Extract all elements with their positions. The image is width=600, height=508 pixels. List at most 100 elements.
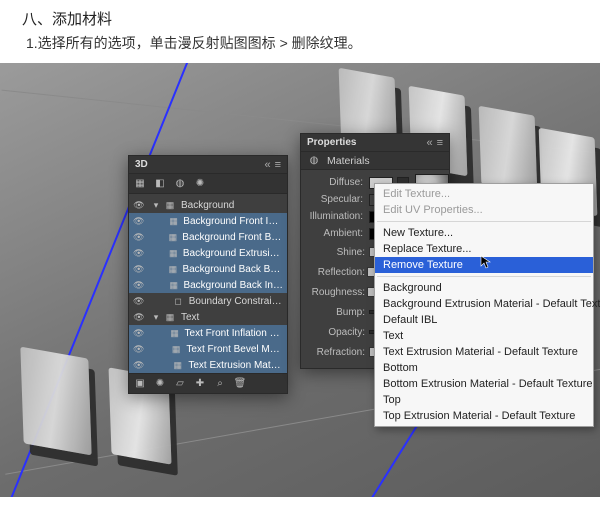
visibility-eye-icon[interactable]: 👁 <box>133 264 144 275</box>
expand-arrow-icon[interactable]: ▾ <box>151 312 161 323</box>
filter-material-icon[interactable]: ◍ <box>173 177 187 191</box>
trash-icon[interactable]: 🗑 <box>233 377 247 391</box>
tree-item-label: Text Front Bevel Material <box>184 344 283 355</box>
visibility-eye-icon[interactable]: 👁 <box>133 296 144 307</box>
visibility-eye-icon[interactable]: 👁 <box>133 360 144 371</box>
menu-item[interactable]: New Texture... <box>375 225 593 241</box>
properties-section-materials: ◍ Materials <box>301 152 449 170</box>
label-bump: Bump: <box>307 307 365 318</box>
cursor-icon <box>480 255 494 269</box>
tree-item-label: Text <box>179 312 283 323</box>
filter-light-icon[interactable]: ✺ <box>193 177 207 191</box>
visibility-eye-icon[interactable]: 👁 <box>133 248 144 259</box>
letter-3d <box>20 347 91 456</box>
visibility-eye-icon[interactable]: 👁 <box>133 312 145 323</box>
step-text: 1.选择所有的选项，单击漫反射贴图图标 > 删除纹理。 <box>0 29 600 63</box>
menu-separator <box>377 221 591 222</box>
tree-item-label: Boundary Constraint 1 <box>187 296 283 307</box>
visibility-eye-icon[interactable]: 👁 <box>133 232 144 243</box>
item-type-icon: ◻ <box>172 296 183 307</box>
light-add-icon[interactable]: ✺ <box>153 377 167 391</box>
tree-row[interactable]: 👁 ▦Background Back Bevel Mat... <box>129 261 287 277</box>
item-type-icon: ▦ <box>170 328 180 339</box>
tree-row[interactable]: 👁 ▦Background Front Bevel Mat... <box>129 229 287 245</box>
tree-row[interactable]: 👁 ▾▦Text <box>129 309 287 325</box>
texture-context-menu: Edit Texture...Edit UV Properties... New … <box>374 183 594 427</box>
panel-3d-filter-toolbar: ▦ ◧ ◍ ✺ <box>129 174 287 194</box>
search-icon[interactable]: ⌕ <box>213 377 227 391</box>
menu-item[interactable]: Background <box>375 280 593 296</box>
tree-item-label: Background Back Bevel Mat... <box>180 264 283 275</box>
label-roughness: Roughness: <box>307 287 365 298</box>
menu-item[interactable]: Text Extrusion Material - Default Textur… <box>375 344 593 360</box>
letter-3d <box>479 106 538 194</box>
label-shine: Shine: <box>307 247 365 258</box>
menu-item[interactable]: Top <box>375 392 593 408</box>
tree-row[interactable]: 👁 ▦Background Front Inflation ... <box>129 213 287 229</box>
filter-mesh-icon[interactable]: ◧ <box>153 177 167 191</box>
filter-scene-icon[interactable]: ▦ <box>133 177 147 191</box>
item-type-icon: ▦ <box>168 232 177 243</box>
menu-item[interactable]: Bottom Extrusion Material - Default Text… <box>375 376 593 392</box>
menu-item[interactable]: Text <box>375 328 593 344</box>
tree-item-label: Text Extrusion Material <box>186 360 283 371</box>
panel-collapse-icon[interactable]: « <box>426 134 432 152</box>
render-icon[interactable]: ▣ <box>133 377 147 391</box>
item-type-icon: ▦ <box>164 200 176 211</box>
item-type-icon: ▦ <box>169 280 178 291</box>
panel-3d-title: 3D <box>135 156 148 174</box>
new-icon[interactable]: ✚ <box>193 377 207 391</box>
plane-icon[interactable]: ▱ <box>173 377 187 391</box>
visibility-eye-icon[interactable]: 👁 <box>133 344 144 355</box>
visibility-eye-icon[interactable]: 👁 <box>133 328 144 339</box>
label-refraction: Refraction: <box>307 347 365 358</box>
panel-collapse-icon[interactable]: « <box>264 156 270 174</box>
panel-properties-header[interactable]: Properties « ≡ <box>301 134 449 152</box>
tree-row[interactable]: 👁 ▦Text Front Inflation Material <box>129 325 287 341</box>
item-type-icon: ▦ <box>169 216 178 227</box>
expand-arrow-icon[interactable]: ▾ <box>151 200 161 211</box>
label-ambient: Ambient: <box>307 228 365 239</box>
menu-item: Edit Texture... <box>375 186 593 202</box>
properties-section-label: Materials <box>327 152 370 170</box>
tree-item-label: Background Extrusion Mate... <box>181 248 283 259</box>
menu-item: Edit UV Properties... <box>375 202 593 218</box>
item-type-icon: ▦ <box>164 312 176 323</box>
visibility-eye-icon[interactable]: 👁 <box>133 216 144 227</box>
visibility-eye-icon[interactable]: 👁 <box>133 280 144 291</box>
menu-separator <box>377 276 591 277</box>
panel-properties-title: Properties <box>307 134 356 152</box>
tree-item-label: Background Front Bevel Mat... <box>180 232 283 243</box>
item-type-icon: ▦ <box>172 360 183 371</box>
tree-row[interactable]: 👁 ▾▦Background <box>129 197 287 213</box>
item-type-icon: ▦ <box>168 264 177 275</box>
panel-menu-icon[interactable]: ≡ <box>437 134 443 152</box>
label-diffuse: Diffuse: <box>307 177 365 188</box>
tree-row[interactable]: 👁 ▦Background Extrusion Mate... <box>129 245 287 261</box>
tree-row[interactable]: 👁 ◻ Boundary Constraint 1 <box>129 293 287 309</box>
panel-3d-header[interactable]: 3D « ≡ <box>129 156 287 174</box>
label-specular: Specular: <box>307 194 365 205</box>
menu-item[interactable]: Background Extrusion Material - Default … <box>375 296 593 312</box>
materials-icon: ◍ <box>307 154 321 168</box>
item-type-icon: ▦ <box>171 344 181 355</box>
tree-item-label: Text Front Inflation Material <box>183 328 283 339</box>
panel-3d-footer: ▣ ✺ ▱ ✚ ⌕ 🗑 <box>129 373 287 393</box>
tree-item-label: Background <box>179 200 283 211</box>
tree-row[interactable]: 👁 ▦Background Back Inflation ... <box>129 277 287 293</box>
label-illumination: Illumination: <box>307 211 365 222</box>
section-heading: 八、添加材料 <box>0 0 600 29</box>
photoshop-3d-viewport: 3D « ≡ ▦ ◧ ◍ ✺ 👁▾▦Background👁▦Background… <box>0 63 600 497</box>
tree-item-label: Background Front Inflation ... <box>181 216 283 227</box>
menu-item[interactable]: Default IBL <box>375 312 593 328</box>
tree-row[interactable]: 👁 ▦Text Front Bevel Material <box>129 341 287 357</box>
label-opacity: Opacity: <box>307 327 365 338</box>
item-type-icon: ▦ <box>169 248 178 259</box>
tree-item-label: Background Back Inflation ... <box>181 280 283 291</box>
panel-3d-tree: 👁▾▦Background👁▦Background Front Inflatio… <box>129 194 287 373</box>
tree-row[interactable]: 👁 ▦Text Extrusion Material <box>129 357 287 373</box>
menu-item[interactable]: Top Extrusion Material - Default Texture <box>375 408 593 424</box>
visibility-eye-icon[interactable]: 👁 <box>133 200 145 211</box>
panel-menu-icon[interactable]: ≡ <box>275 156 281 174</box>
menu-item[interactable]: Bottom <box>375 360 593 376</box>
